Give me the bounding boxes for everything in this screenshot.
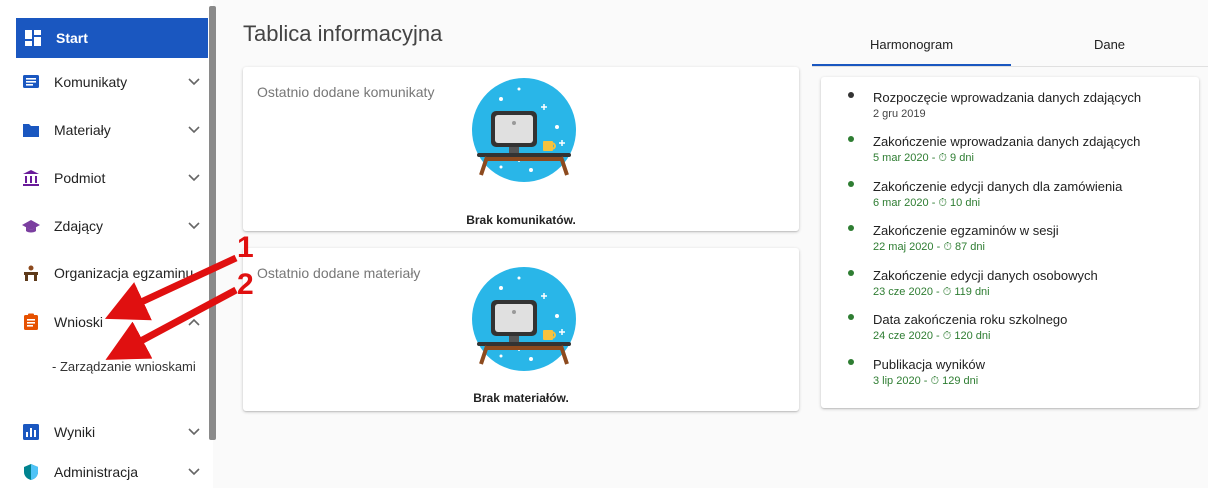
sidebar-item-podmiot[interactable]: Podmiot bbox=[16, 158, 208, 198]
sidebar-item-zdajacy[interactable]: Zdający bbox=[16, 206, 208, 246]
timeline-dot bbox=[848, 136, 854, 142]
chevron-down-icon[interactable] bbox=[186, 170, 202, 186]
message-icon bbox=[22, 73, 40, 91]
timeline-dot bbox=[848, 314, 854, 320]
sidebar-subitem-zarzadzanie-wnioskami[interactable]: - Zarządzanie wnioskami bbox=[52, 359, 196, 374]
timeline-dot bbox=[848, 270, 854, 276]
annotation-number-2: 2 bbox=[237, 268, 254, 301]
chevron-down-icon[interactable] bbox=[186, 424, 202, 440]
sidebar-item-label: Podmiot bbox=[54, 170, 106, 186]
timeline-dot bbox=[848, 225, 854, 231]
folder-icon bbox=[22, 121, 40, 139]
chevron-down-icon[interactable] bbox=[186, 122, 202, 138]
desk-icon bbox=[22, 264, 40, 282]
timeline-item-date: 2 gru 2019 bbox=[873, 108, 926, 120]
empty-state-text: Brak komunikatów. bbox=[466, 213, 576, 227]
sidebar-item-label: Zdający bbox=[54, 218, 104, 234]
timeline-item-date: 5 mar 2020 - ⏱ 9 dni bbox=[873, 152, 974, 164]
sidebar-item-label: Wnioski bbox=[54, 314, 104, 330]
empty-desk-illustration bbox=[471, 77, 577, 183]
empty-desk-illustration bbox=[471, 266, 577, 372]
timeline-item-title: Publikacja wyników bbox=[873, 357, 985, 372]
sidebar-scrollbar[interactable] bbox=[209, 6, 216, 440]
timeline-item-title: Zakończenie edycji danych dla zamówienia bbox=[873, 179, 1123, 194]
sidebar-item-wyniki[interactable]: Wyniki bbox=[16, 412, 208, 452]
sidebar-item-label: Komunikaty bbox=[54, 74, 128, 90]
chevron-down-icon[interactable] bbox=[186, 218, 202, 234]
card-header: Ostatnio dodane materiały bbox=[257, 265, 421, 281]
sidebar-item-administracja[interactable]: Administracja bbox=[16, 452, 208, 488]
schedule-timeline: Rozpoczęcie wprowadzania danych zdającyc… bbox=[821, 77, 1199, 408]
empty-state-text: Brak materiałów. bbox=[473, 391, 569, 405]
timeline-item-date: 22 maj 2020 - ⏱ 87 dni bbox=[873, 241, 985, 253]
timeline-item-title: Zakończenie wprowadzania danych zdającyc… bbox=[873, 134, 1141, 149]
timeline-item-date: 24 cze 2020 - ⏱ 120 dni bbox=[873, 330, 991, 342]
sidebar-item-label: Materiały bbox=[54, 122, 111, 138]
sidebar-item-label: Organizacja egzaminu bbox=[54, 265, 194, 281]
sidebar-item-wnioski[interactable]: Wnioski bbox=[16, 302, 208, 342]
sidebar-item-label: Start bbox=[56, 30, 88, 46]
card-recent-materials: Ostatnio dodane materiały Brak materiałó… bbox=[243, 248, 799, 411]
institution-icon bbox=[22, 169, 40, 187]
timeline-item-title: Data zakończenia roku szkolnego bbox=[873, 312, 1068, 327]
sidebar-item-komunikaty[interactable]: Komunikaty bbox=[16, 62, 208, 102]
tabs-divider bbox=[812, 66, 1208, 67]
card-recent-messages: Ostatnio dodane komunikaty Brak komunika… bbox=[243, 67, 799, 231]
timeline-item-title: Zakończenie edycji danych osobowych bbox=[873, 268, 1098, 283]
sidebar: Start Komunikaty Materiały Podmiot Zdają… bbox=[0, 0, 213, 488]
tab-harmonogram[interactable]: Harmonogram bbox=[812, 22, 1011, 66]
clipboard-icon bbox=[22, 313, 40, 331]
chevron-down-icon[interactable] bbox=[186, 74, 202, 90]
timeline-dot bbox=[848, 359, 854, 365]
card-header: Ostatnio dodane komunikaty bbox=[257, 84, 435, 100]
timeline-dot bbox=[848, 181, 854, 187]
timeline-item-date: 3 lip 2020 - ⏱ 129 dni bbox=[873, 375, 979, 387]
sidebar-item-label: Wyniki bbox=[54, 424, 96, 440]
sidebar-item-start[interactable]: Start bbox=[16, 18, 208, 58]
timeline-item-date: 6 mar 2020 - ⏱ 10 dni bbox=[873, 197, 981, 209]
graduation-cap-icon bbox=[22, 217, 40, 235]
tabs: Harmonogram Dane bbox=[812, 22, 1208, 66]
sidebar-item-materialy[interactable]: Materiały bbox=[16, 110, 208, 150]
chevron-up-icon[interactable] bbox=[186, 314, 202, 330]
sidebar-item-label: Administracja bbox=[54, 464, 139, 480]
timeline-item-title: Rozpoczęcie wprowadzania danych zdającyc… bbox=[873, 90, 1142, 105]
bar-chart-icon bbox=[22, 423, 40, 441]
dashboard-icon bbox=[24, 29, 42, 47]
timeline-item-title: Zakończenie egzaminów w sesji bbox=[873, 223, 1059, 238]
annotation-number-1: 1 bbox=[237, 231, 254, 264]
timeline-item-date: 23 cze 2020 - ⏱ 119 dni bbox=[873, 286, 990, 298]
chevron-down-icon[interactable] bbox=[186, 464, 202, 480]
page-title: Tablica informacyjna bbox=[243, 21, 443, 46]
sidebar-item-organizacja-egzaminu[interactable]: Organizacja egzaminu bbox=[16, 253, 208, 293]
shield-icon bbox=[22, 463, 40, 481]
tab-dane[interactable]: Dane bbox=[1011, 22, 1208, 66]
timeline-dot bbox=[848, 92, 854, 98]
